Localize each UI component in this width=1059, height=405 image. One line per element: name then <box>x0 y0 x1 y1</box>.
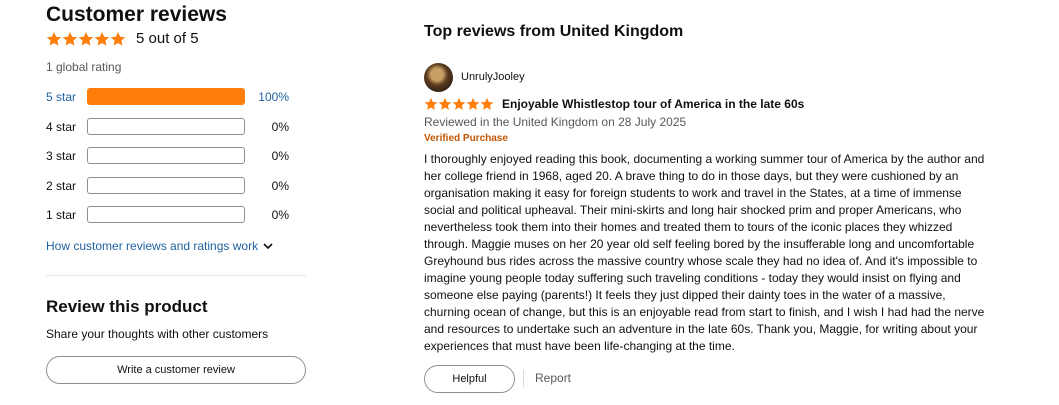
review-body-line: imagine young people today suffering suc… <box>424 271 961 285</box>
helpful-button[interactable]: Helpful <box>424 365 515 393</box>
review-body-line: through. Maggie muses on her 20 year old… <box>424 237 975 251</box>
histogram-label[interactable]: 5 star <box>46 90 87 104</box>
star-icon <box>46 32 62 46</box>
histogram-bar-fill <box>88 89 244 104</box>
review-title[interactable]: Enjoyable Whistlestop tour of America in… <box>502 97 804 111</box>
how-reviews-work-text[interactable]: How customer reviews and ratings work <box>46 239 258 253</box>
histogram-bar <box>87 147 245 164</box>
histogram-label: 3 star <box>46 148 77 163</box>
histogram-row-3-star: 3 star 0% <box>46 147 291 164</box>
write-review-button[interactable]: Write a customer review <box>46 356 306 384</box>
star-icon <box>110 32 126 46</box>
overall-star-rating <box>46 31 126 47</box>
review-body-line: experiences that must have been life-cha… <box>424 339 735 353</box>
histogram-percent: 0% <box>271 178 289 193</box>
overall-rating-text: 5 out of 5 <box>136 30 199 47</box>
separator <box>523 370 524 387</box>
histogram-row-1-star: 1 star 0% <box>46 206 291 223</box>
customer-reviews-title: Customer reviews <box>46 3 227 26</box>
histogram-percent: 0% <box>271 207 289 222</box>
star-icon <box>424 97 438 110</box>
star-icon <box>466 97 480 110</box>
review-body-line: Greyhound bus rides across the massive c… <box>424 254 978 268</box>
histogram-bar <box>87 206 245 223</box>
review-date: Reviewed in the United Kingdom on 28 Jul… <box>424 115 687 129</box>
verified-purchase-badge: Verified Purchase <box>424 133 508 144</box>
report-link[interactable]: Report <box>535 371 571 385</box>
star-icon <box>480 97 494 110</box>
review-body-line: someone else paying (parents!) It feels … <box>424 288 946 302</box>
review-body: I thoroughly enjoyed reading this book, … <box>424 151 1024 355</box>
star-icon <box>452 97 466 110</box>
top-reviews-title: Top reviews from United Kingdom <box>424 23 684 40</box>
global-rating-count: 1 global rating <box>46 60 122 74</box>
review-body-line: her college friend in 1968, aged 20. A b… <box>424 169 959 183</box>
histogram-percent: 0% <box>271 119 289 134</box>
review-body-line: organisation making it easy for foreign … <box>424 186 962 200</box>
histogram-label: 2 star <box>46 178 77 193</box>
review-body-line: I thoroughly enjoyed reading this book, … <box>424 152 985 166</box>
chevron-down-icon[interactable] <box>262 240 274 252</box>
review-body-line: social and political upheaval. Their min… <box>424 203 962 217</box>
histogram-row-5-star[interactable]: 5 star 100% <box>46 88 291 105</box>
review-product-subtitle: Share your thoughts with other customers <box>46 327 269 341</box>
star-icon <box>94 32 110 46</box>
review-body-line: and resources to undertake such an adven… <box>424 322 978 336</box>
histogram-percent[interactable]: 100% <box>256 90 289 104</box>
star-icon <box>438 97 452 110</box>
reviewer-name[interactable]: UnrulyJooley <box>461 71 525 83</box>
histogram-row-4-star: 4 star 0% <box>46 118 291 135</box>
histogram-bar <box>87 118 245 135</box>
star-icon <box>62 32 78 46</box>
review-header[interactable]: Enjoyable Whistlestop tour of America in… <box>424 96 804 112</box>
histogram-bar <box>87 177 245 194</box>
review-star-rating <box>424 97 494 111</box>
histogram-row-2-star: 2 star 0% <box>46 177 291 194</box>
review-body-line: nevertheless took them into their homes … <box>424 220 953 234</box>
avatar[interactable] <box>424 63 453 92</box>
how-reviews-work-link[interactable]: How customer reviews and ratings work <box>46 239 274 253</box>
histogram-bar[interactable] <box>87 88 245 105</box>
divider <box>46 275 306 276</box>
histogram-label: 1 star <box>46 207 77 222</box>
review-product-title: Review this product <box>46 297 208 316</box>
histogram-label: 4 star <box>46 119 77 134</box>
review-body-line: churning ocean of change, but this is an… <box>424 305 985 319</box>
star-icon <box>78 32 94 46</box>
overall-rating[interactable]: 5 out of 5 <box>46 30 199 48</box>
histogram-percent: 0% <box>271 148 289 163</box>
